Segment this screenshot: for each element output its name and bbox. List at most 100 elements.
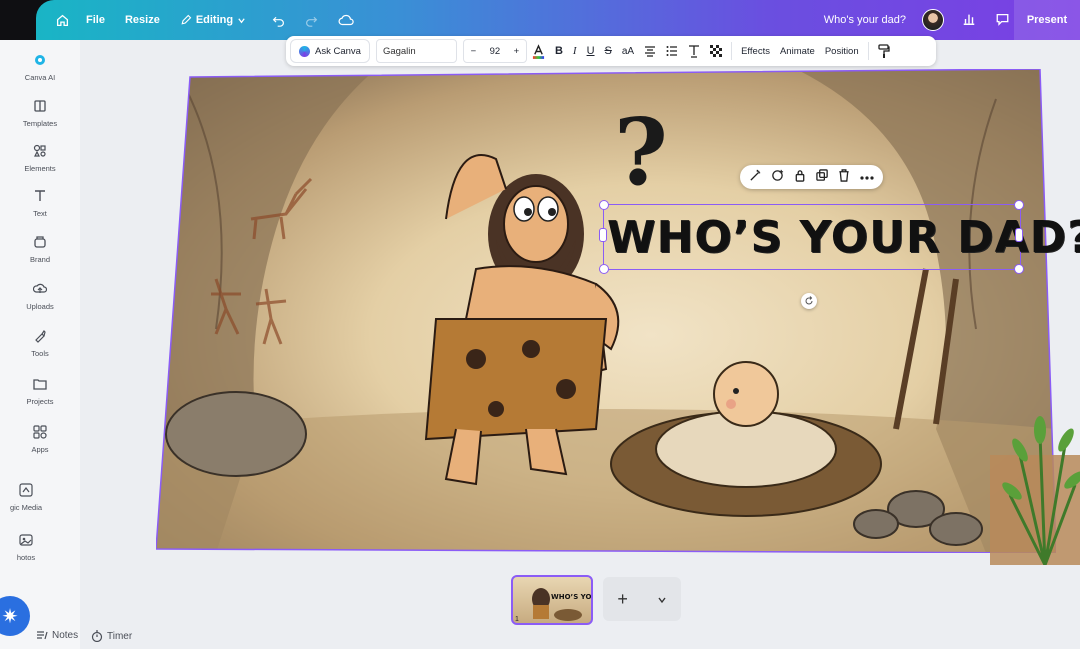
home-icon xyxy=(56,14,68,26)
toolbar-divider xyxy=(867,42,869,60)
page-number: 1 xyxy=(515,616,519,623)
file-menu[interactable]: File xyxy=(76,0,115,40)
sidebar-item-gic-media[interactable]: gic Media xyxy=(0,482,80,512)
font-size-decrease[interactable]: − xyxy=(471,46,477,57)
spacing-button[interactable] xyxy=(683,40,705,62)
resize-handle-bottom-right[interactable] xyxy=(1014,264,1024,274)
font-size-value[interactable]: 92 xyxy=(490,46,501,57)
sidebar-item-templates[interactable]: Templates xyxy=(0,98,80,128)
font-size-increase[interactable]: + xyxy=(514,46,520,57)
gear-icon: ✷ xyxy=(1,605,19,628)
uploads-icon xyxy=(32,281,48,297)
timer-button[interactable]: Timer xyxy=(91,630,132,642)
sidebar-item-label: Tools xyxy=(31,349,49,358)
text-toolbar: Ask Canva Gagalin − 92 + B I U S aA Effe… xyxy=(286,36,936,66)
resize-handle-top-left[interactable] xyxy=(599,200,609,210)
list-button[interactable] xyxy=(661,40,683,62)
sidebar-item-label: Brand xyxy=(29,255,50,264)
undo-button[interactable] xyxy=(256,0,295,40)
effects-button[interactable]: Effects xyxy=(736,40,775,62)
magic-wand-icon xyxy=(750,169,760,181)
design-canvas[interactable]: ? xyxy=(156,69,1056,553)
text-color-icon xyxy=(532,43,545,59)
add-page-button[interactable]: + xyxy=(617,589,628,610)
sidebar-item-label: Canva AI xyxy=(24,73,56,82)
sidebar-item-label: gic Media xyxy=(9,503,43,512)
animate-button[interactable]: Animate xyxy=(775,40,820,62)
transparency-icon xyxy=(710,45,723,57)
photos-icon xyxy=(18,532,34,548)
sidebar-item-text[interactable]: Text xyxy=(0,188,80,218)
sidebar-item-projects[interactable]: Projects xyxy=(0,376,80,406)
projects-icon xyxy=(32,376,48,392)
letter-case-button[interactable]: aA xyxy=(617,40,639,62)
top-bar: File Resize Editing Who's your dad? Pres… xyxy=(36,0,1080,40)
comment-button[interactable] xyxy=(771,169,784,185)
sidebar-item-label: hotos xyxy=(16,553,36,562)
undo-icon xyxy=(272,16,284,27)
strikethrough-button[interactable]: S xyxy=(600,40,617,62)
element-context-toolbar xyxy=(740,165,883,189)
resize-handle-top-right[interactable] xyxy=(1014,200,1024,210)
chevron-down-icon xyxy=(238,17,245,23)
bold-button[interactable]: B xyxy=(550,40,568,62)
resize-handle-bottom-left[interactable] xyxy=(599,264,609,274)
resize-handle-right[interactable] xyxy=(1015,228,1023,242)
sidebar-item-tools[interactable]: Tools xyxy=(0,328,80,358)
sidebar-item-label: Uploads xyxy=(26,302,54,311)
editing-mode-dropdown[interactable]: Editing xyxy=(170,0,256,40)
sidebar-item-label: Projects xyxy=(26,397,54,406)
insights-button[interactable] xyxy=(962,12,976,29)
sidebar-item-brand[interactable]: Brand xyxy=(0,234,80,264)
align-center-icon xyxy=(645,46,656,57)
canva-editor: File Resize Editing Who's your dad? Pres… xyxy=(0,0,1080,649)
plant-decoration xyxy=(990,416,1080,565)
avatar[interactable] xyxy=(922,9,944,31)
font-family-dropdown[interactable]: Gagalin xyxy=(375,39,457,63)
sidebar-item-label: Apps xyxy=(31,445,49,454)
rotate-handle[interactable] xyxy=(801,293,817,309)
text-icon xyxy=(32,188,48,204)
position-button[interactable]: Position xyxy=(820,40,864,62)
ask-canva-label: Ask Canva xyxy=(315,45,361,57)
present-button[interactable]: Present xyxy=(1014,0,1080,40)
toolbar-divider xyxy=(731,42,733,60)
comments-button[interactable] xyxy=(995,12,1010,29)
editing-mode-label: Editing xyxy=(195,14,234,26)
magic-media-icon xyxy=(18,482,34,498)
templates-icon xyxy=(32,98,48,114)
pencil-icon xyxy=(181,14,192,25)
sidebar-item-apps[interactable]: Apps xyxy=(0,424,80,454)
sidebar-item-elements[interactable]: Elements xyxy=(0,143,80,173)
duplicate-button[interactable] xyxy=(816,169,829,185)
sidebar-item-hotos[interactable]: hotos xyxy=(0,532,80,562)
chevron-down-icon xyxy=(658,597,666,603)
delete-button[interactable] xyxy=(838,169,850,185)
design-title[interactable]: Who's your dad? xyxy=(824,14,906,26)
resize-button[interactable]: Resize xyxy=(115,0,170,40)
transparency-button[interactable] xyxy=(705,40,727,62)
notes-label: Notes xyxy=(52,630,79,641)
more-options-button[interactable] xyxy=(860,171,874,183)
comment-icon xyxy=(996,13,1009,26)
notes-button[interactable]: Notes xyxy=(36,630,78,641)
cloud-save-button[interactable] xyxy=(328,0,364,40)
underline-button[interactable]: U xyxy=(582,40,600,62)
font-size-control[interactable]: − 92 + xyxy=(462,39,527,63)
text-color-button[interactable] xyxy=(527,40,550,62)
add-page-dropdown[interactable] xyxy=(657,589,667,610)
ask-canva-button[interactable]: Ask Canva xyxy=(290,39,370,63)
redo-button[interactable] xyxy=(295,0,328,40)
copy-style-button[interactable] xyxy=(873,40,895,62)
home-button[interactable] xyxy=(36,0,76,40)
align-button[interactable] xyxy=(639,40,661,62)
timer-icon xyxy=(91,630,103,642)
sidebar-item-uploads[interactable]: Uploads xyxy=(0,281,80,311)
lock-button[interactable] xyxy=(794,169,806,185)
page-thumbnail-1[interactable]: WHO’S YOUR DAD? 1 xyxy=(511,575,593,625)
resize-handle-left[interactable] xyxy=(599,228,607,242)
headline-text[interactable]: WHO’S YOUR DAD? xyxy=(607,210,1080,266)
italic-button[interactable]: I xyxy=(568,40,582,62)
sidebar-item-canva-ai[interactable]: Canva AI xyxy=(0,52,80,82)
magic-edit-button[interactable] xyxy=(749,169,762,185)
